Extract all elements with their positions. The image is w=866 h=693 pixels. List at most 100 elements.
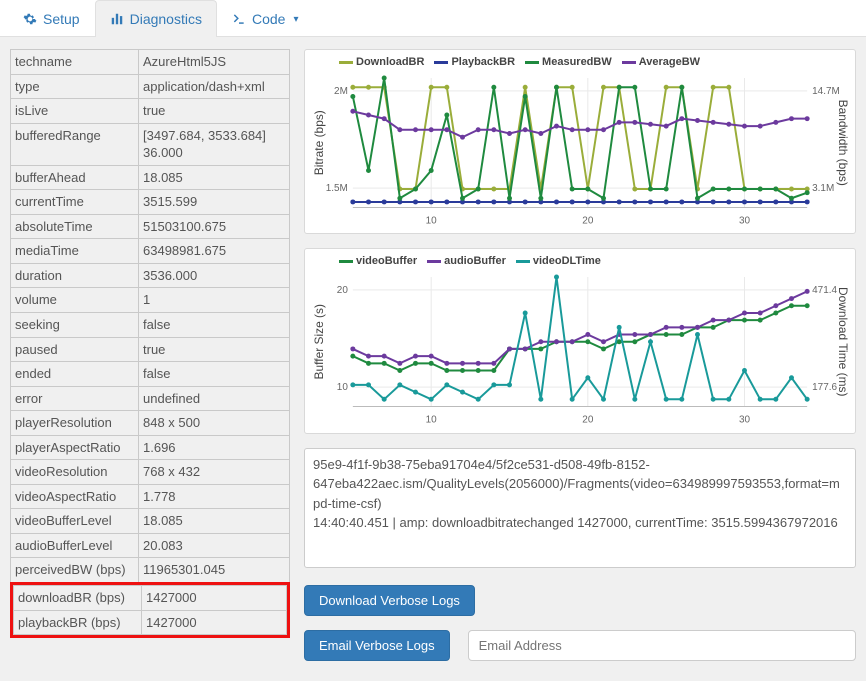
property-value: 11965301.045 (139, 558, 290, 583)
bitrate-chart-card: DownloadBRPlaybackBRMeasuredBWAverageBW … (304, 49, 856, 234)
svg-text:2M: 2M (334, 86, 348, 97)
table-row: technameAzureHtml5JS (11, 50, 290, 75)
table-row: seekingfalse (11, 313, 290, 338)
table-row: playerResolution848 x 500 (11, 411, 290, 436)
property-key: playerResolution (11, 411, 139, 436)
property-key: perceivedBW (bps) (11, 558, 139, 583)
svg-text:10: 10 (426, 215, 438, 226)
property-value: 848 x 500 (139, 411, 290, 436)
property-value: 1427000 (142, 586, 287, 611)
table-row: audioBufferLevel20.083 (11, 533, 290, 558)
svg-text:3.1M: 3.1M (812, 183, 834, 194)
property-key: type (11, 74, 139, 99)
property-value: false (139, 313, 290, 338)
property-value: false (139, 362, 290, 387)
property-value: [3497.684, 3533.684] 36.000 (139, 123, 290, 165)
tab-label: Setup (43, 11, 80, 27)
tab-label: Code (252, 11, 285, 27)
table-row: playbackBR (bps)1427000 (14, 610, 287, 635)
tab-bar: Setup Diagnostics Code ▾ (0, 0, 866, 37)
property-value: 1427000 (142, 610, 287, 635)
legend-label: audioBuffer (444, 255, 506, 267)
svg-text:471.4: 471.4 (812, 285, 837, 296)
legend-swatch (516, 260, 530, 263)
legend-swatch (339, 260, 353, 263)
highlight-box: downloadBR (bps)1427000playbackBR (bps)1… (10, 582, 290, 638)
property-key: currentTime (11, 190, 139, 215)
table-row: bufferAhead18.085 (11, 165, 290, 190)
property-value: undefined (139, 386, 290, 411)
svg-text:Download Time (ms): Download Time (ms) (836, 287, 849, 396)
legend-item: videoDLTime (516, 255, 601, 267)
svg-text:30: 30 (739, 215, 751, 226)
buffer-chart-card: videoBuffer audioBuffer videoDLTime 10 20 30… (304, 248, 856, 433)
property-key: seeking (11, 313, 139, 338)
property-key: volume (11, 288, 139, 313)
property-value: 18.085 (139, 165, 290, 190)
log-output[interactable] (304, 448, 856, 568)
gear-icon (23, 12, 37, 26)
property-value: 1.778 (139, 484, 290, 509)
svg-text:10: 10 (337, 382, 349, 393)
bitrate-chart: 1020301.5M2M3.1M14.7MBitrate (bps)Bandwi… (311, 72, 849, 231)
table-row: videoResolution768 x 432 (11, 460, 290, 485)
legend-swatch (427, 260, 441, 263)
tab-code[interactable]: Code ▾ (217, 0, 314, 37)
terminal-icon (232, 12, 246, 26)
property-key: bufferAhead (11, 165, 139, 190)
properties-table: technameAzureHtml5JStypeapplication/dash… (10, 49, 290, 583)
legend-swatch (339, 61, 353, 64)
legend-label: MeasuredBW (542, 56, 612, 68)
download-logs-button[interactable]: Download Verbose Logs (304, 585, 475, 616)
tab-diagnostics[interactable]: Diagnostics (95, 0, 217, 37)
table-row: downloadBR (bps)1427000 (14, 586, 287, 611)
svg-text:20: 20 (582, 415, 594, 426)
chart-legend: videoBuffer audioBuffer videoDLTime (311, 255, 849, 271)
tab-setup[interactable]: Setup (8, 0, 95, 37)
property-value: 1 (139, 288, 290, 313)
svg-text:1.5M: 1.5M (326, 183, 348, 194)
legend-item: videoBuffer (339, 255, 417, 267)
property-key: mediaTime (11, 239, 139, 264)
table-row: currentTime3515.599 (11, 190, 290, 215)
property-key: absoluteTime (11, 214, 139, 239)
property-key: audioBufferLevel (11, 533, 139, 558)
table-row: bufferedRange[3497.684, 3533.684] 36.000 (11, 123, 290, 165)
svg-text:Bitrate (bps): Bitrate (bps) (312, 110, 326, 175)
property-value: 3515.599 (139, 190, 290, 215)
table-row: playerAspectRatio1.696 (11, 435, 290, 460)
property-key: ended (11, 362, 139, 387)
table-row: isLivetrue (11, 99, 290, 124)
table-row: errorundefined (11, 386, 290, 411)
table-row: videoAspectRatio1.778 (11, 484, 290, 509)
legend-item: MeasuredBW (525, 56, 612, 68)
table-row: endedfalse (11, 362, 290, 387)
property-value: 63498981.675 (139, 239, 290, 264)
legend-swatch (525, 61, 539, 64)
property-key: techname (11, 50, 139, 75)
legend-label: videoDLTime (533, 255, 601, 267)
property-value: 51503100.675 (139, 214, 290, 239)
property-key: duration (11, 263, 139, 288)
property-key: playbackBR (bps) (14, 610, 142, 635)
bars-icon (110, 12, 124, 26)
buffer-chart: 1020301020177.6471.4Buffer Size (s)Downl… (311, 271, 849, 430)
svg-text:177.6: 177.6 (812, 382, 837, 393)
legend-label: PlaybackBR (451, 56, 515, 68)
svg-text:20: 20 (337, 285, 349, 296)
property-value: true (139, 99, 290, 124)
chart-legend: DownloadBRPlaybackBRMeasuredBWAverageBW (311, 56, 849, 72)
table-row: volume1 (11, 288, 290, 313)
property-value: 1.696 (139, 435, 290, 460)
email-logs-button[interactable]: Email Verbose Logs (304, 630, 450, 661)
property-key: videoResolution (11, 460, 139, 485)
svg-text:30: 30 (739, 415, 751, 426)
property-value: application/dash+xml (139, 74, 290, 99)
email-field[interactable] (468, 630, 856, 661)
table-row: mediaTime63498981.675 (11, 239, 290, 264)
legend-item: DownloadBR (339, 56, 424, 68)
table-row: pausedtrue (11, 337, 290, 362)
svg-text:14.7M: 14.7M (812, 86, 840, 97)
property-value: 3536.000 (139, 263, 290, 288)
property-key: error (11, 386, 139, 411)
